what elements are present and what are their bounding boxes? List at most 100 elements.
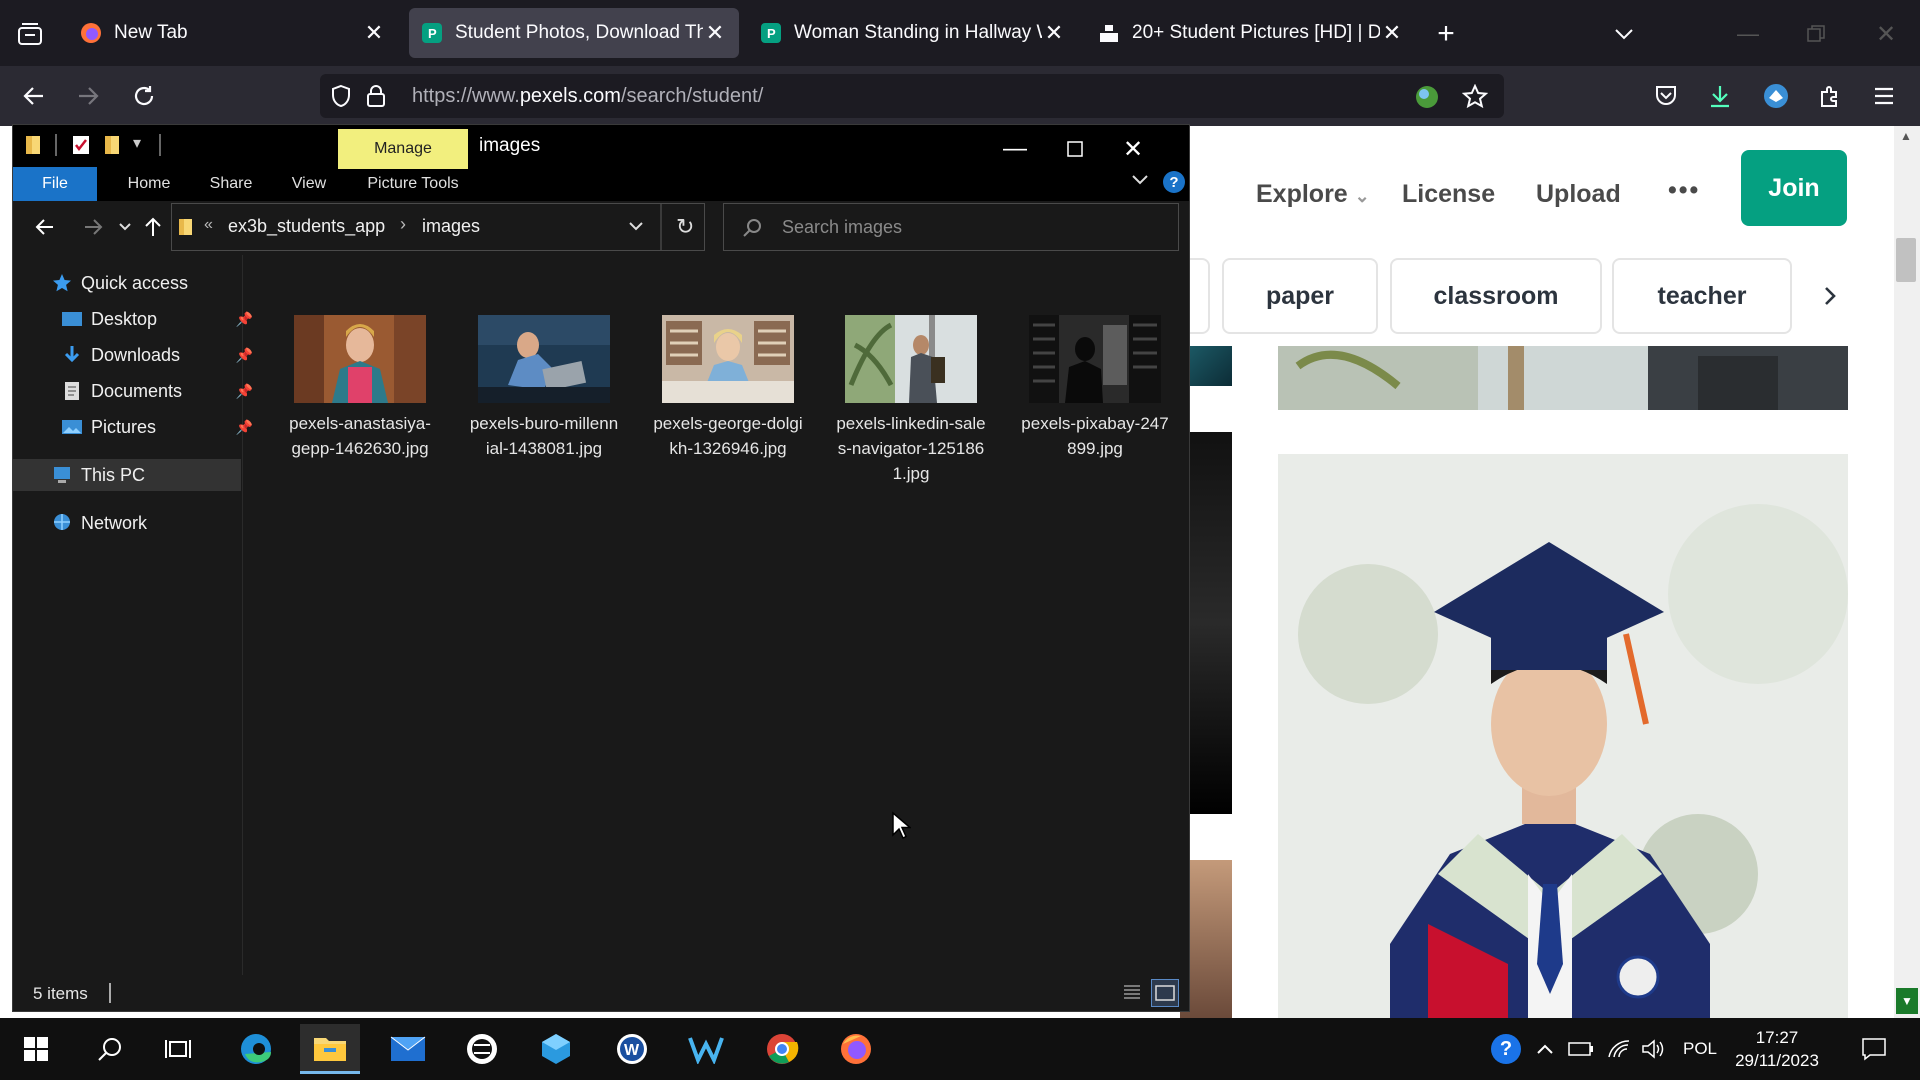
extension-button[interactable] xyxy=(1756,76,1796,116)
input-language[interactable]: POL xyxy=(1676,1018,1724,1080)
restore-window-button[interactable] xyxy=(1796,14,1836,54)
file-item[interactable]: pexels-pixabay-247899.jpg xyxy=(1010,303,1180,461)
network-tray-icon[interactable] xyxy=(1604,1018,1634,1080)
firefox-view-button[interactable] xyxy=(10,14,50,54)
close-tab-icon[interactable]: ✕ xyxy=(1380,20,1404,46)
license-link[interactable]: License xyxy=(1402,180,1495,209)
explorer-back-button[interactable] xyxy=(27,209,63,245)
tab-student-photos[interactable]: P Student Photos, Download The ✕ xyxy=(409,8,739,58)
refresh-icon[interactable]: ↻ xyxy=(676,214,694,240)
nav-desktop[interactable]: Desktop 📌 xyxy=(61,303,253,335)
new-folder-icon[interactable] xyxy=(103,134,123,156)
nav-this-pc[interactable]: This PC xyxy=(13,459,241,491)
help-tray-icon[interactable]: ? xyxy=(1488,1018,1524,1080)
photo-graduate[interactable] xyxy=(1278,454,1848,1018)
minimize-window-button[interactable]: — xyxy=(1728,14,1768,54)
app-taskbar-icon-1[interactable] xyxy=(452,1024,512,1074)
start-button[interactable] xyxy=(6,1024,66,1074)
close-button[interactable]: ✕ xyxy=(1105,133,1161,165)
tab-woman-hallway[interactable]: P Woman Standing in Hallway Wi ✕ xyxy=(748,8,1078,58)
scroll-up-arrow-icon[interactable]: ▲ xyxy=(1896,126,1916,146)
nav-quick-access[interactable]: Quick access xyxy=(51,267,241,299)
explorer-forward-button[interactable] xyxy=(75,209,111,245)
lock-icon[interactable] xyxy=(366,84,386,108)
show-hidden-icons-button[interactable] xyxy=(1532,1018,1558,1080)
app-menu-button[interactable] xyxy=(1864,76,1904,116)
breadcrumb-current[interactable]: images xyxy=(422,216,480,237)
mail-taskbar-icon[interactable] xyxy=(378,1024,438,1074)
extensions-button[interactable] xyxy=(1810,76,1850,116)
word-taskbar-icon[interactable]: W xyxy=(602,1024,662,1074)
customize-toolbar-icon[interactable]: ▾ xyxy=(133,133,141,153)
nav-documents[interactable]: Documents 📌 xyxy=(61,375,253,407)
downloads-button[interactable] xyxy=(1700,76,1740,116)
details-view-button[interactable] xyxy=(1121,981,1145,1005)
app-taskbar-icon-2[interactable] xyxy=(526,1024,586,1074)
forward-button[interactable] xyxy=(68,76,108,116)
ribbon-tab-picture-tools[interactable]: Picture Tools xyxy=(353,167,473,201)
close-tab-icon[interactable]: ✕ xyxy=(703,20,727,46)
join-button[interactable]: Join xyxy=(1741,150,1847,226)
edge-taskbar-icon[interactable] xyxy=(226,1024,286,1074)
up-one-level-button[interactable] xyxy=(139,209,167,245)
expand-ribbon-button[interactable] xyxy=(1131,173,1149,191)
task-view-button[interactable] xyxy=(148,1024,208,1074)
url-text[interactable]: https://www.pexels.com/search/student/ xyxy=(412,85,763,108)
close-tab-icon[interactable]: ✕ xyxy=(362,20,386,46)
explore-menu[interactable]: Explore ⌄ xyxy=(1256,180,1370,209)
chip-classroom[interactable]: classroom xyxy=(1390,258,1602,334)
tab-new-tab[interactable]: New Tab ✕ xyxy=(68,8,398,58)
tab-student-pictures-hd[interactable]: 20+ Student Pictures [HD] | Do ✕ xyxy=(1086,8,1416,58)
properties-icon[interactable] xyxy=(71,134,91,156)
address-bar[interactable]: « ex3b_students_app › images ↻ xyxy=(171,203,705,251)
ribbon-tab-view[interactable]: View xyxy=(279,167,339,201)
app-taskbar-icon-3[interactable] xyxy=(676,1024,736,1074)
file-item[interactable]: pexels-linkedin-sales-navigator-1251861.… xyxy=(826,303,996,486)
manage-context-tab[interactable]: Manage xyxy=(338,129,468,169)
help-icon[interactable]: ? xyxy=(1163,171,1185,193)
ribbon-tab-file[interactable]: File xyxy=(13,167,97,201)
chips-next-button[interactable] xyxy=(1812,278,1848,314)
nav-downloads[interactable]: Downloads 📌 xyxy=(61,339,253,371)
ribbon-tab-home[interactable]: Home xyxy=(111,167,187,201)
file-explorer-taskbar-icon[interactable] xyxy=(300,1024,360,1074)
close-window-button[interactable]: ✕ xyxy=(1866,14,1906,54)
taskbar-clock[interactable]: 17:27 29/11/2023 xyxy=(1722,1026,1832,1072)
list-all-tabs-button[interactable] xyxy=(1604,14,1644,54)
chip-paper[interactable]: paper xyxy=(1222,258,1378,334)
file-item[interactable]: pexels-anastasiya-gepp-1462630.jpg xyxy=(275,303,445,461)
breadcrumb-parent[interactable]: ex3b_students_app xyxy=(228,216,385,237)
ribbon-tab-share[interactable]: Share xyxy=(199,167,263,201)
scroll-down-arrow-icon[interactable]: ▼ xyxy=(1896,988,1918,1014)
battery-tray-icon[interactable] xyxy=(1566,1018,1596,1080)
large-icons-view-button[interactable] xyxy=(1151,979,1179,1007)
breadcrumb-overflow[interactable]: « xyxy=(204,216,213,234)
file-item[interactable]: pexels-buro-millennial-1438081.jpg xyxy=(459,303,629,461)
close-tab-icon[interactable]: ✕ xyxy=(1042,20,1066,46)
chrome-taskbar-icon[interactable] xyxy=(752,1024,812,1074)
recent-locations-button[interactable] xyxy=(113,209,137,245)
address-history-button[interactable] xyxy=(628,220,644,238)
firefox-taskbar-icon[interactable] xyxy=(826,1024,886,1074)
back-button[interactable] xyxy=(14,76,54,116)
bookmark-star-icon[interactable] xyxy=(1462,84,1488,110)
url-bar[interactable]: https://www.pexels.com/search/student/ xyxy=(320,74,1504,118)
search-box[interactable]: Search images xyxy=(723,203,1179,251)
search-button[interactable] xyxy=(80,1024,140,1074)
photo-plants-student[interactable] xyxy=(1278,346,1848,410)
minimize-button[interactable]: — xyxy=(987,133,1043,165)
file-item[interactable]: pexels-george-dolgikh-1326946.jpg xyxy=(643,303,813,461)
tracking-protection-shield-icon[interactable] xyxy=(330,84,352,108)
reload-button[interactable] xyxy=(124,76,164,116)
nav-network[interactable]: Network xyxy=(51,507,241,539)
extension-globe-icon[interactable] xyxy=(1414,84,1440,110)
page-scrollbar-thumb[interactable] xyxy=(1896,238,1916,282)
action-center-button[interactable] xyxy=(1852,1018,1896,1080)
maximize-button[interactable] xyxy=(1047,133,1103,165)
nav-pictures[interactable]: Pictures 📌 xyxy=(61,411,253,443)
upload-link[interactable]: Upload xyxy=(1536,180,1621,209)
chip-teacher[interactable]: teacher xyxy=(1612,258,1792,334)
pocket-button[interactable] xyxy=(1646,76,1686,116)
breadcrumb-separator[interactable]: › xyxy=(400,214,406,235)
volume-tray-icon[interactable] xyxy=(1638,1018,1668,1080)
